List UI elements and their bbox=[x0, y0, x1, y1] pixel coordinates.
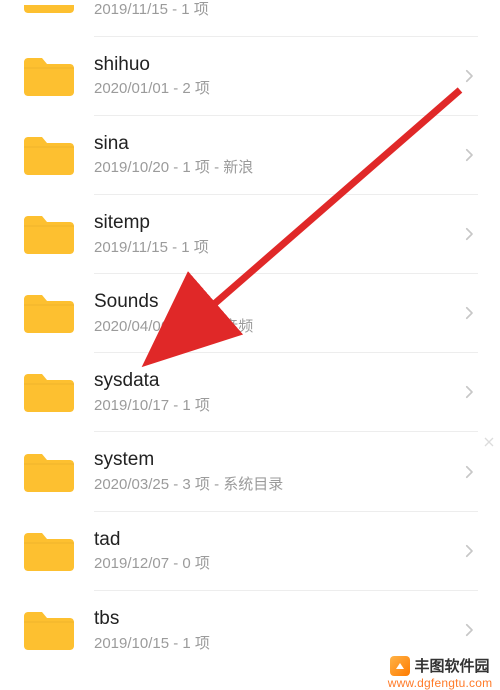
folder-icon bbox=[22, 370, 74, 414]
chevron-right-icon bbox=[460, 621, 478, 639]
folder-text: system2020/03/25 - 3 项 - 系统目录 bbox=[94, 448, 452, 494]
folder-icon bbox=[22, 291, 74, 335]
chevron-right-icon bbox=[460, 304, 478, 322]
folder-row[interactable]: tad2019/12/07 - 0 项 bbox=[0, 512, 500, 590]
folder-text: Sounds2020/04/06 - 4 项 - 音频 bbox=[94, 290, 452, 336]
folder-meta: 2019/10/15 - 1 项 bbox=[94, 634, 452, 654]
folder-text: sitemp2019/11/15 - 1 项 bbox=[94, 211, 452, 257]
folder-meta: 2019/10/20 - 1 项 - 新浪 bbox=[94, 158, 452, 178]
folder-name: Sounds bbox=[94, 290, 452, 315]
chevron-right-icon bbox=[460, 146, 478, 164]
scroll-indicator-icon bbox=[480, 430, 498, 454]
folder-text: shihuo2020/01/01 - 2 项 bbox=[94, 53, 452, 99]
chevron-right-icon bbox=[460, 383, 478, 401]
folder-row[interactable]: sina2019/10/20 - 1 项 - 新浪 bbox=[0, 116, 500, 194]
folder-icon bbox=[22, 5, 74, 15]
folder-icon bbox=[22, 450, 74, 494]
folder-meta: 2019/10/17 - 1 项 bbox=[94, 396, 452, 416]
folder-list: 2019/11/15 - 1 项 shihuo2020/01/01 - 2 项 … bbox=[0, 0, 500, 669]
folder-meta: 2019/11/15 - 1 项 bbox=[94, 0, 478, 20]
folder-meta: 2020/04/06 - 4 项 - 音频 bbox=[94, 317, 452, 337]
folder-icon bbox=[22, 54, 74, 98]
folder-name: sysdata bbox=[94, 369, 452, 394]
folder-meta: 2020/03/25 - 3 项 - 系统目录 bbox=[94, 475, 452, 495]
folder-text: sina2019/10/20 - 1 项 - 新浪 bbox=[94, 132, 452, 178]
folder-name: system bbox=[94, 448, 452, 473]
folder-text: tbs2019/10/15 - 1 项 bbox=[94, 607, 452, 653]
folder-icon bbox=[22, 133, 74, 177]
folder-row[interactable]: Sounds2020/04/06 - 4 项 - 音频 bbox=[0, 274, 500, 352]
chevron-right-icon bbox=[460, 542, 478, 560]
watermark-url: www.dgfengtu.com bbox=[388, 676, 493, 690]
folder-icon bbox=[22, 212, 74, 256]
folder-text: 2019/11/15 - 1 项 bbox=[94, 0, 478, 20]
folder-meta: 2019/11/15 - 1 项 bbox=[94, 238, 452, 258]
folder-name: sitemp bbox=[94, 211, 452, 236]
folder-row[interactable]: system2020/03/25 - 3 项 - 系统目录 bbox=[0, 432, 500, 510]
folder-name: tad bbox=[94, 528, 452, 553]
folder-row[interactable]: 2019/11/15 - 1 项 bbox=[0, 0, 500, 36]
chevron-right-icon bbox=[460, 67, 478, 85]
folder-row[interactable]: sysdata2019/10/17 - 1 项 bbox=[0, 353, 500, 431]
folder-name: shihuo bbox=[94, 53, 452, 78]
chevron-right-icon bbox=[460, 463, 478, 481]
folder-meta: 2020/01/01 - 2 项 bbox=[94, 79, 452, 99]
folder-icon bbox=[22, 608, 74, 652]
folder-name: tbs bbox=[94, 607, 452, 632]
folder-text: tad2019/12/07 - 0 项 bbox=[94, 528, 452, 574]
folder-icon bbox=[22, 529, 74, 573]
folder-row[interactable]: sitemp2019/11/15 - 1 项 bbox=[0, 195, 500, 273]
chevron-right-icon bbox=[460, 225, 478, 243]
folder-meta: 2019/12/07 - 0 项 bbox=[94, 554, 452, 574]
folder-text: sysdata2019/10/17 - 1 项 bbox=[94, 369, 452, 415]
folder-name: sina bbox=[94, 132, 452, 157]
folder-row[interactable]: shihuo2020/01/01 - 2 项 bbox=[0, 37, 500, 115]
folder-row[interactable]: tbs2019/10/15 - 1 项 bbox=[0, 591, 500, 669]
